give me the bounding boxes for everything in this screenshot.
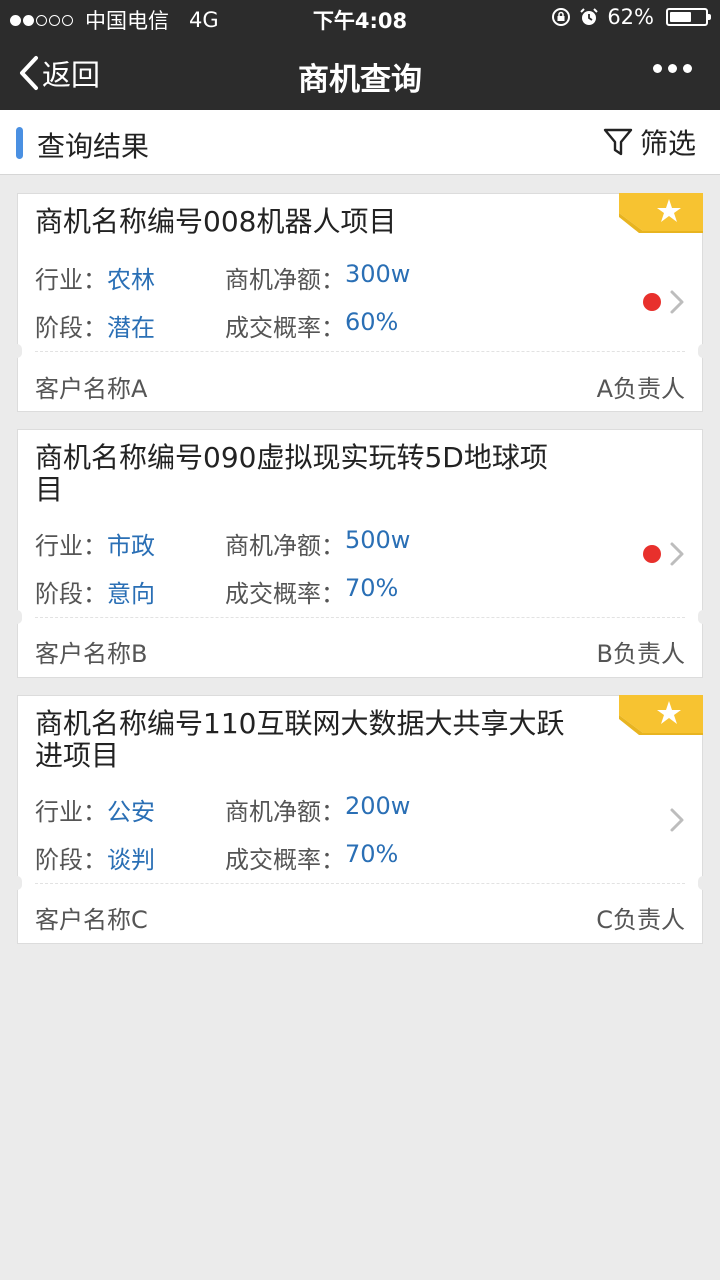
probability-label: 成交概率： [225, 314, 345, 342]
opportunity-title: 商机名称编号008机器人项目 [35, 205, 397, 238]
battery-icon [666, 8, 711, 26]
navigation-bar: 返回 商机查询 [0, 36, 720, 110]
back-button[interactable]: 返回 [18, 52, 100, 94]
status-right: 62% [551, 5, 711, 29]
filter-label: 筛选 [639, 127, 696, 160]
industry-value: 农林 [107, 266, 155, 294]
field-row: 阶段： 潜在 成交概率： 60% [35, 308, 398, 343]
chevron-left-icon [20, 56, 38, 90]
field-row: 行业： 农林 商机净额： 300w [35, 260, 410, 295]
field-row: 行业： 市政 商机净额： 500w [35, 526, 410, 561]
customer-name: 客户名称A [35, 375, 148, 403]
star-ribbon-icon [619, 193, 703, 233]
back-label: 返回 [42, 58, 101, 92]
stage-label: 阶段： [35, 580, 107, 608]
results-header: 查询结果 筛选 [0, 110, 720, 175]
section-accent-bar [16, 127, 23, 159]
chevron-right-icon [670, 808, 684, 832]
stage-label: 阶段： [35, 846, 107, 874]
amount-label: 商机净额： [225, 266, 345, 294]
alarm-icon [580, 8, 599, 25]
opportunity-card[interactable]: 商机名称编号110互联网大数据大共享大跃进项目 行业： 公安 商机净额： 200w … [12, 695, 708, 944]
stage-value: 意向 [107, 580, 155, 608]
card-footer: 客户名称C C负责人 [35, 900, 685, 935]
stage-value: 潜在 [107, 314, 155, 342]
customer-name: 客户名称C [35, 906, 148, 934]
orientation-lock-icon [552, 8, 571, 26]
alert-dot-icon [643, 293, 661, 311]
probability-label: 成交概率： [225, 846, 345, 874]
probability-label: 成交概率： [225, 580, 345, 608]
card-footer: 客户名称B B负责人 [35, 634, 685, 669]
stage-value: 谈判 [107, 846, 155, 874]
results-title: 查询结果 [37, 130, 150, 163]
opportunity-title: 商机名称编号110互联网大数据大共享大跃进项目 [35, 707, 565, 772]
industry-label: 行业： [35, 532, 107, 560]
owner-name: C负责人 [596, 906, 685, 934]
amount-value: 500w [345, 526, 411, 554]
card-divider [35, 351, 685, 352]
filter-icon [603, 128, 633, 156]
field-row: 阶段： 意向 成交概率： 70% [35, 574, 398, 609]
opportunity-card[interactable]: 商机名称编号008机器人项目 行业： 农林 商机净额： 300w 阶段： 潜在 成交概… [12, 193, 708, 412]
industry-label: 行业： [35, 266, 107, 294]
status-bar: 中国电信 4G 下午4:08 62% [0, 0, 720, 36]
stage-label: 阶段： [35, 314, 107, 342]
card-divider [35, 883, 685, 884]
amount-value: 200w [345, 792, 411, 820]
field-row: 行业： 公安 商机净额： 200w [35, 792, 410, 827]
star-ribbon-icon [619, 695, 703, 735]
amount-label: 商机净额： [225, 532, 345, 560]
battery-percent: 62% [607, 5, 654, 29]
owner-name: A负责人 [596, 375, 685, 403]
owner-name: B负责人 [596, 640, 685, 668]
opportunity-card[interactable]: 商机名称编号090虚拟现实玩转5D地球项目 行业： 市政 商机净额： 500w 阶段… [12, 429, 708, 678]
alert-dot-icon [643, 545, 661, 563]
industry-label: 行业： [35, 798, 107, 826]
card-divider [35, 617, 685, 618]
customer-name: 客户名称B [35, 640, 148, 668]
chevron-right-icon [670, 290, 684, 314]
more-options-icon[interactable] [653, 64, 692, 73]
page-title: 商机查询 [298, 62, 422, 98]
amount-label: 商机净额： [225, 798, 345, 826]
chevron-right-icon [670, 542, 684, 566]
probability-value: 60% [345, 308, 399, 336]
card-footer: 客户名称A A负责人 [35, 369, 685, 404]
amount-value: 300w [345, 260, 411, 288]
probability-value: 70% [345, 574, 399, 602]
field-row: 阶段： 谈判 成交概率： 70% [35, 840, 398, 875]
filter-button[interactable]: 筛选 [602, 122, 696, 162]
industry-value: 公安 [107, 798, 155, 826]
industry-value: 市政 [107, 532, 155, 560]
probability-value: 70% [345, 840, 399, 868]
opportunity-title: 商机名称编号090虚拟现实玩转5D地球项目 [35, 441, 548, 506]
